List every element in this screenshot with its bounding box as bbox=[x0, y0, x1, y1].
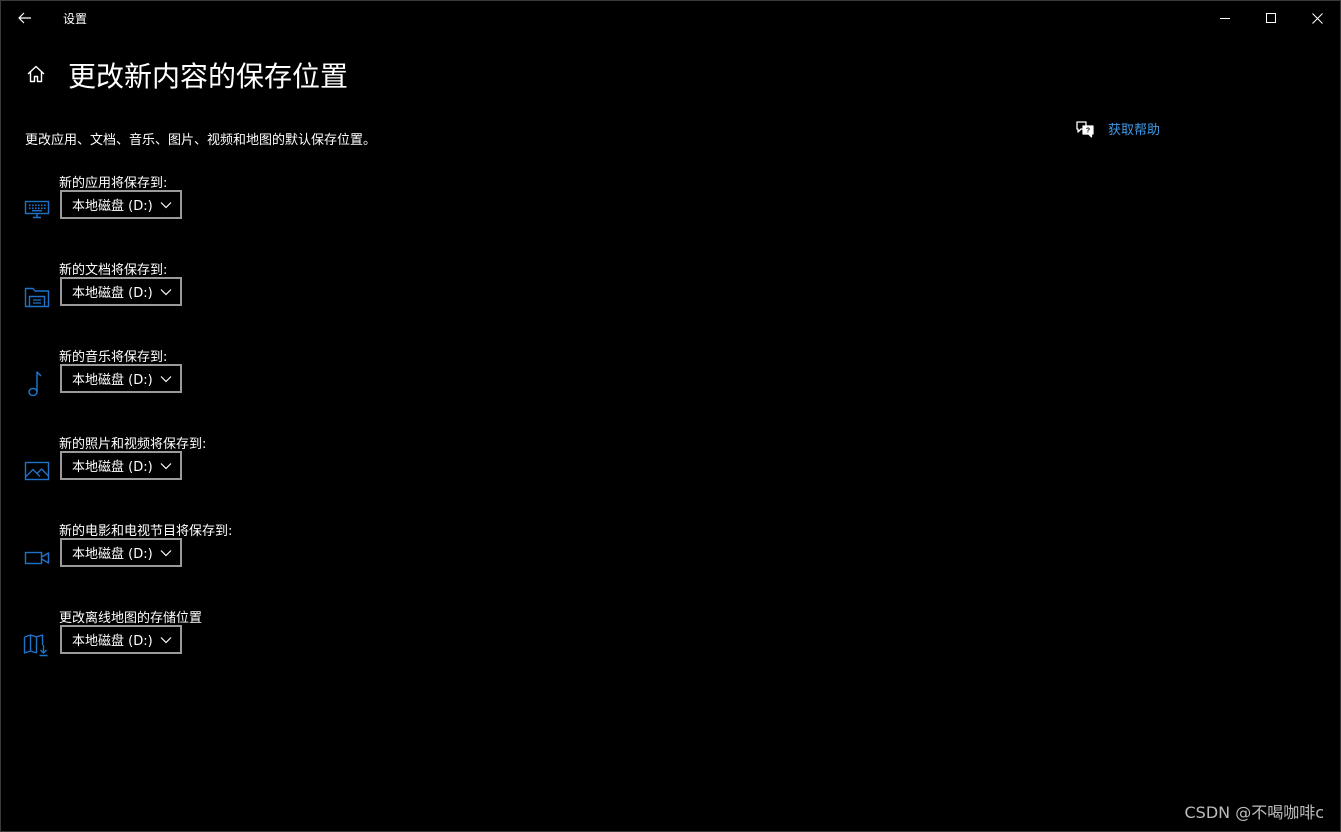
get-help-link[interactable]: 获取帮助 bbox=[1108, 119, 1160, 138]
watermark: CSDN @不喝咖啡c bbox=[1184, 803, 1324, 822]
chevron-down-icon bbox=[160, 289, 172, 296]
setting-photos-videos: 新的照片和视频将保存到: 本地磁盘 (D:) bbox=[1, 433, 401, 513]
folder-icon bbox=[23, 283, 51, 311]
monitor-icon bbox=[23, 196, 51, 224]
maximize-button[interactable] bbox=[1248, 1, 1294, 35]
setting-offline-maps: 更改离线地图的存储位置 本地磁盘 (D:) bbox=[1, 607, 401, 687]
dropdown-value: 本地磁盘 (D:) bbox=[72, 373, 153, 388]
page-title: 更改新内容的保存位置 bbox=[68, 60, 349, 93]
home-icon bbox=[27, 65, 45, 83]
dropdown-value: 本地磁盘 (D:) bbox=[72, 634, 153, 649]
setting-label: 新的音乐将保存到: bbox=[59, 350, 168, 365]
window-title: 设置 bbox=[63, 12, 88, 26]
movies-location-dropdown[interactable]: 本地磁盘 (D:) bbox=[60, 538, 182, 567]
help-section: ? 获取帮助 bbox=[1075, 119, 1160, 138]
close-button[interactable] bbox=[1294, 1, 1340, 35]
music-note-icon bbox=[23, 370, 51, 398]
dropdown-value: 本地磁盘 (D:) bbox=[72, 199, 153, 214]
back-button[interactable] bbox=[9, 3, 41, 33]
window-controls bbox=[1202, 1, 1340, 35]
title-bar: 设置 bbox=[1, 1, 1340, 35]
svg-text:?: ? bbox=[1086, 127, 1090, 134]
chevron-down-icon bbox=[160, 376, 172, 383]
chevron-down-icon bbox=[160, 550, 172, 557]
dropdown-value: 本地磁盘 (D:) bbox=[72, 547, 153, 562]
chevron-down-icon bbox=[160, 463, 172, 470]
close-icon bbox=[1311, 12, 1323, 24]
apps-location-dropdown[interactable]: 本地磁盘 (D:) bbox=[60, 190, 182, 219]
setting-label: 新的电影和电视节目将保存到: bbox=[59, 524, 233, 539]
chat-help-icon: ? bbox=[1076, 120, 1094, 138]
dropdown-value: 本地磁盘 (D:) bbox=[72, 286, 153, 301]
dropdown-value: 本地磁盘 (D:) bbox=[72, 460, 153, 475]
setting-label: 新的照片和视频将保存到: bbox=[59, 437, 207, 452]
video-camera-icon bbox=[23, 544, 51, 572]
back-arrow-icon bbox=[18, 12, 31, 24]
maps-location-dropdown[interactable]: 本地磁盘 (D:) bbox=[60, 625, 182, 654]
setting-documents: 新的文档将保存到: 本地磁盘 (D:) bbox=[1, 259, 401, 339]
chevron-down-icon bbox=[160, 637, 172, 644]
setting-music: 新的音乐将保存到: 本地磁盘 (D:) bbox=[1, 346, 401, 426]
setting-label: 更改离线地图的存储位置 bbox=[59, 611, 203, 626]
home-button[interactable] bbox=[25, 63, 47, 85]
documents-location-dropdown[interactable]: 本地磁盘 (D:) bbox=[60, 277, 182, 306]
maximize-icon bbox=[1266, 13, 1276, 23]
settings-window: 设置 更改新内容的保存位置 更改应用、文档、音乐、图片、视频和地图的默认保存位置… bbox=[0, 0, 1341, 832]
picture-icon bbox=[23, 457, 51, 485]
map-download-icon bbox=[23, 631, 51, 659]
setting-apps: 新的应用将保存到: 本地磁盘 (D:) bbox=[1, 172, 401, 252]
setting-movies-tv: 新的电影和电视节目将保存到: 本地磁盘 (D:) bbox=[1, 520, 401, 600]
setting-label: 新的应用将保存到: bbox=[59, 176, 168, 191]
music-location-dropdown[interactable]: 本地磁盘 (D:) bbox=[60, 364, 182, 393]
setting-label: 新的文档将保存到: bbox=[59, 263, 168, 278]
page-description: 更改应用、文档、音乐、图片、视频和地图的默认保存位置。 bbox=[25, 133, 377, 148]
photos-location-dropdown[interactable]: 本地磁盘 (D:) bbox=[60, 451, 182, 480]
chevron-down-icon bbox=[160, 202, 172, 209]
minimize-icon bbox=[1220, 18, 1230, 19]
minimize-button[interactable] bbox=[1202, 1, 1248, 35]
